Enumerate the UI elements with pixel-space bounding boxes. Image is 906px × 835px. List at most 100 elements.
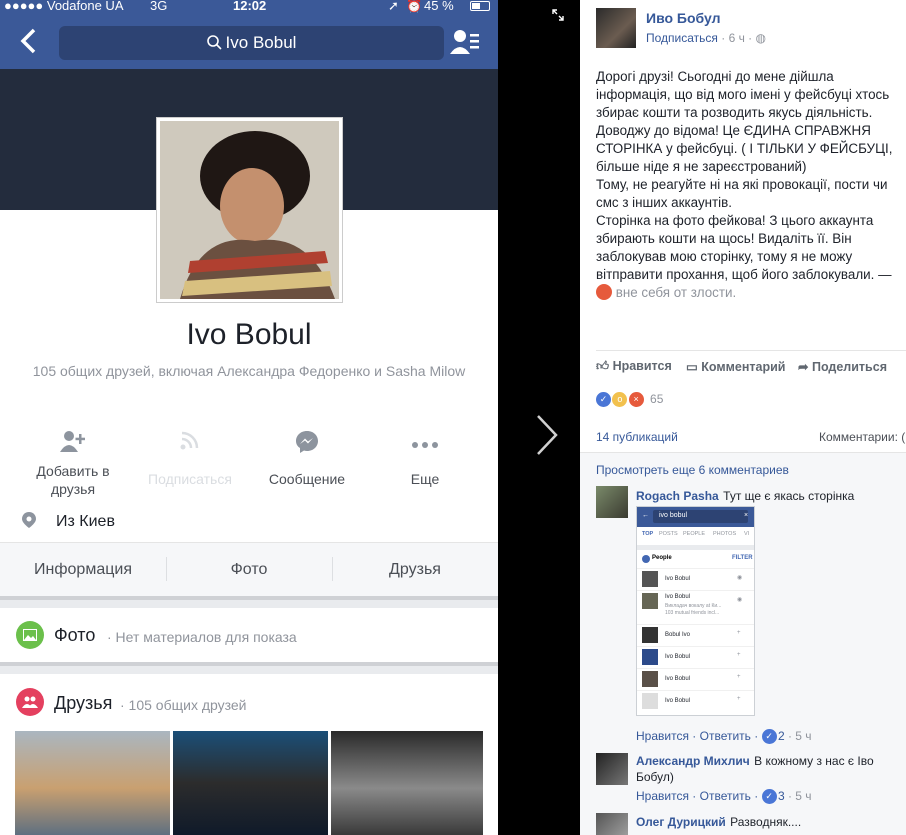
reactions-summary[interactable]: ✓ o × 65: [596, 392, 664, 408]
commenter-avatar[interactable]: [596, 813, 628, 835]
like-reaction-icon: ✓: [596, 392, 611, 408]
message-label: Сообщение: [268, 471, 346, 487]
back-icon[interactable]: [18, 26, 44, 56]
comments-area: Просмотреть еще 6 комментариев Rogach Pa…: [580, 452, 906, 835]
comment-time[interactable]: · 5 ч: [788, 729, 812, 743]
commenter-name[interactable]: Александр Михлич: [636, 754, 750, 768]
commenter-name[interactable]: Rogach Pasha: [636, 489, 719, 503]
globe-icon: ◍: [755, 31, 766, 45]
mini-result: Ivo Bobul Викладач вокалу at Ки... 103 mut…: [637, 590, 754, 622]
mini-query: ivo bobul: [659, 512, 688, 519]
mini-result-name: Ivo Bobul: [665, 576, 691, 582]
post-line: смс з інших аккаунтів.: [596, 195, 732, 210]
comment-time[interactable]: · 5 ч: [788, 789, 812, 803]
comment-like-count[interactable]: 3: [778, 789, 785, 803]
share-label: Поделиться: [811, 360, 887, 374]
carrier: ●●●●● Vodafone UA: [4, 0, 124, 13]
view-more-comments[interactable]: Просмотреть еще 6 комментариев: [596, 463, 789, 477]
comment-like-link[interactable]: Нравится: [636, 729, 689, 743]
nav-bar: Ivo Bobul: [0, 14, 498, 69]
tab-friends[interactable]: Друзья: [332, 561, 498, 579]
profile-picture[interactable]: [157, 118, 342, 302]
friend-thumbnail[interactable]: [15, 731, 170, 835]
post-line: Дорогі друзі! Сьогодні до мене дійшла: [596, 69, 834, 84]
mini-tab: PEOPLE: [683, 531, 706, 537]
messenger-icon: [247, 430, 367, 462]
comment-like-count[interactable]: 2: [778, 729, 785, 743]
like-button[interactable]: 👍︎ Нравится: [596, 359, 672, 374]
commenter-avatar[interactable]: [596, 486, 628, 518]
tab-photos[interactable]: Фото: [166, 561, 332, 579]
post-meta: Подписаться · 6 ч · ◍: [646, 31, 766, 45]
friend-thumbnail[interactable]: [173, 731, 328, 835]
post-panel: Иво Бобул Подписаться · 6 ч · ◍ Дорогі д…: [580, 0, 906, 835]
share-button[interactable]: ➦ Поделиться: [798, 359, 887, 374]
wow-reaction-icon: o: [612, 392, 628, 408]
comment: Александр Михлич В кожному з нас є Іво Б…: [636, 753, 886, 785]
post-line: інформація, що від мого імені у фейсбуці…: [596, 87, 890, 102]
post-line: вітправити прохання, щоб його заблокувал…: [596, 267, 892, 282]
more-icon: [365, 430, 485, 462]
comment: Олег Дурицкий Разводняк....: [636, 813, 886, 831]
clock: 12:02: [233, 0, 267, 13]
commenter-avatar[interactable]: [596, 753, 628, 785]
next-photo-arrow[interactable]: [530, 408, 564, 462]
author-name[interactable]: Иво Бобул: [646, 10, 721, 26]
search-input[interactable]: Ivo Bobul: [59, 26, 444, 60]
status-bar: ●●●●● Vodafone UA 3G 12:02 ➚ ⏰ 45 %: [0, 0, 498, 14]
reactions-count: 65: [650, 392, 664, 406]
fullscreen-icon[interactable]: [552, 8, 564, 24]
thumbs-up-icon: 👍︎: [596, 359, 610, 373]
comment-actions: Нравится · Ответить · ✓ 2 · 5 ч: [636, 729, 812, 745]
friend-thumbnail[interactable]: [331, 731, 483, 835]
follow-link[interactable]: Подписаться: [646, 31, 718, 45]
profile-tabs: Информация Фото Друзья: [0, 542, 498, 596]
photos-section-subtitle: · Нет материалов для показа: [107, 629, 297, 645]
tab-info[interactable]: Информация: [0, 561, 166, 579]
mini-close-icon: ×: [744, 512, 749, 519]
follow-button[interactable]: Подписаться: [130, 430, 250, 488]
post-line: Доводжу до відома! Це ЄДИНА СПРАВЖНЯ: [596, 123, 871, 138]
search-icon: [206, 35, 222, 55]
action-bar: 👍︎ Нравится ▭ Комментарий ➦ Поделиться: [596, 350, 906, 378]
comments-order[interactable]: Комментарии: (: [819, 430, 905, 444]
comment-text: Разводняк....: [730, 815, 802, 829]
comment-button[interactable]: ▭ Комментарий: [686, 359, 785, 374]
mini-result-sub: Викладач вокалу at Ки...: [665, 603, 722, 609]
feeling-text: вне себя от злости.: [615, 285, 737, 300]
post-text: Дорогі друзі! Сьогодні до мене дійшла ін…: [596, 68, 906, 302]
shares-count[interactable]: 14 публикаций: [596, 430, 678, 444]
mini-filter-label: FILTER: [732, 555, 753, 561]
like-label: Нравится: [612, 359, 672, 373]
mini-result: Ivo Bobul +: [637, 690, 754, 712]
like-reaction-icon: ✓: [761, 789, 777, 805]
section-divider: [0, 662, 498, 674]
post-line: збирають кошти на щось! Видаліть її. Він: [596, 231, 852, 246]
mini-result: Bobul Ivo +: [637, 624, 754, 646]
message-button[interactable]: Сообщение: [247, 430, 367, 488]
add-friend-button[interactable]: Добавить в друзья: [13, 430, 133, 498]
location-icon: ➚: [388, 0, 399, 13]
comment-icon: ▭: [686, 360, 698, 374]
embedded-screenshot[interactable]: ← ivo bobul × TOP POSTS PEOPLE PHOTOS VI…: [636, 506, 755, 716]
comment-actions: Нравится · Ответить · ✓ 3 · 5 ч: [636, 789, 812, 805]
angry-emoji-icon: [596, 284, 612, 300]
angry-reaction-icon: ×: [628, 392, 644, 408]
section-divider: [0, 596, 498, 608]
photos-section[interactable]: Фото · Нет материалов для показа: [0, 608, 498, 662]
commenter-name[interactable]: Олег Дурицкий: [636, 815, 726, 829]
comment-like-link[interactable]: Нравится: [636, 789, 689, 803]
comment-reply-link[interactable]: Ответить: [700, 729, 751, 743]
comment-text: Тут ще є якась сторінка: [723, 489, 855, 503]
friends-icon: [16, 688, 44, 716]
friends-list-icon[interactable]: [450, 28, 480, 58]
battery-level: 45 %: [424, 0, 454, 13]
mini-tab: VI: [744, 531, 750, 537]
post-time[interactable]: · 6 ч ·: [721, 31, 752, 45]
more-button[interactable]: Еще: [365, 430, 485, 488]
post-line: заблокував мою сторінку, тому я не можу: [596, 249, 853, 264]
mini-result-name: Ivo Bobul: [665, 654, 691, 660]
comment-reply-link[interactable]: Ответить: [700, 789, 751, 803]
mini-result-name: Ivo Bobul: [665, 594, 691, 600]
author-avatar[interactable]: [596, 8, 636, 48]
